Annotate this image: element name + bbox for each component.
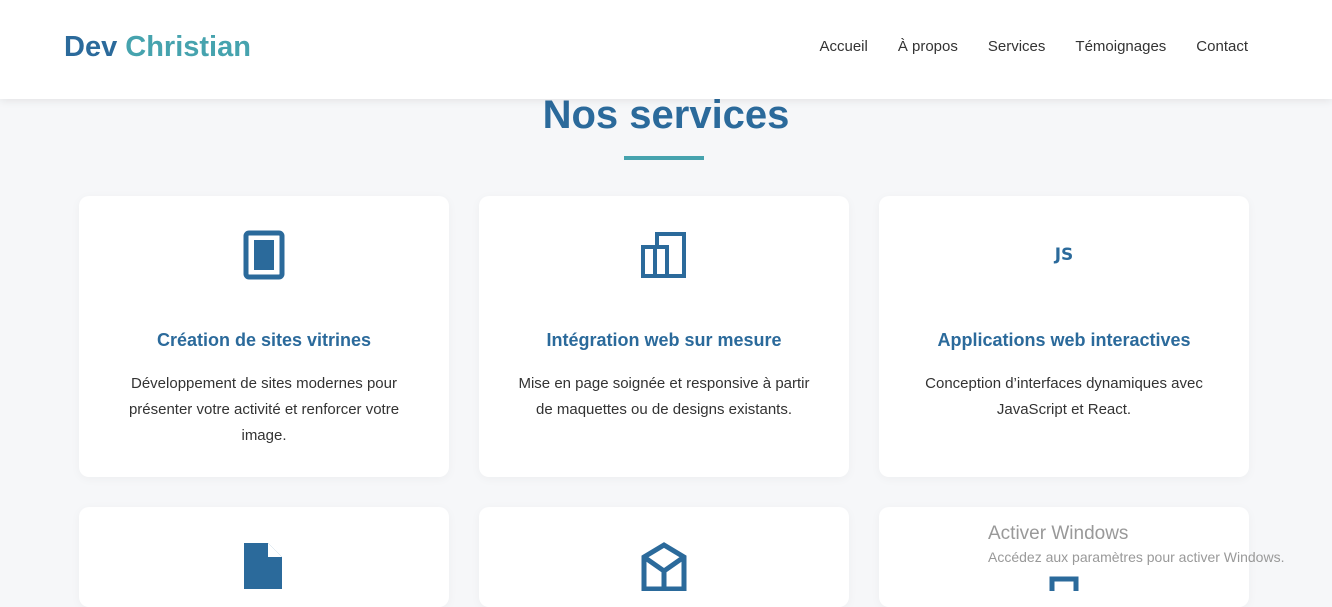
- tablet-icon: [239, 230, 289, 280]
- service-card: Intégration web sur mesure Mise en page …: [479, 196, 849, 477]
- service-title: Applications web interactives: [937, 330, 1191, 350]
- nav-contact[interactable]: Contact: [1196, 38, 1248, 55]
- section-title: Nos services: [542, 93, 790, 137]
- service-description: Conception d’interfaces dynamiques avec …: [925, 375, 1203, 418]
- nav-accueil[interactable]: Accueil: [819, 38, 867, 55]
- service-card: [79, 507, 449, 607]
- service-card: Création de sites vitrines Développement…: [79, 196, 449, 477]
- nav-services[interactable]: Services: [988, 38, 1046, 55]
- site-header: Dev Christian Accueil À propos Services …: [0, 0, 1332, 99]
- logo[interactable]: Dev Christian: [64, 31, 251, 64]
- windows-activation-watermark: Activer Windows Accédez aux paramètres p…: [988, 523, 1285, 565]
- nav-temoignages[interactable]: Témoignages: [1075, 38, 1166, 55]
- cube-icon: [639, 541, 689, 591]
- file-code-icon: [239, 541, 289, 591]
- service-title: Création de sites vitrines: [156, 330, 372, 350]
- main-nav: Accueil À propos Services Témoignages Co…: [819, 38, 1248, 55]
- service-description: Développement de sites modernes pour pré…: [128, 375, 400, 444]
- buildings-icon: [639, 230, 689, 280]
- nav-a-propos[interactable]: À propos: [898, 38, 958, 55]
- js-icon: JS: [1054, 245, 1074, 265]
- service-card: [479, 507, 849, 607]
- service-card: JS Applications web interactives Concept…: [879, 196, 1249, 477]
- service-title: Intégration web sur mesure: [546, 330, 782, 350]
- title-underline: [624, 156, 704, 160]
- service-description: Mise en page soignée et responsive à par…: [518, 375, 810, 418]
